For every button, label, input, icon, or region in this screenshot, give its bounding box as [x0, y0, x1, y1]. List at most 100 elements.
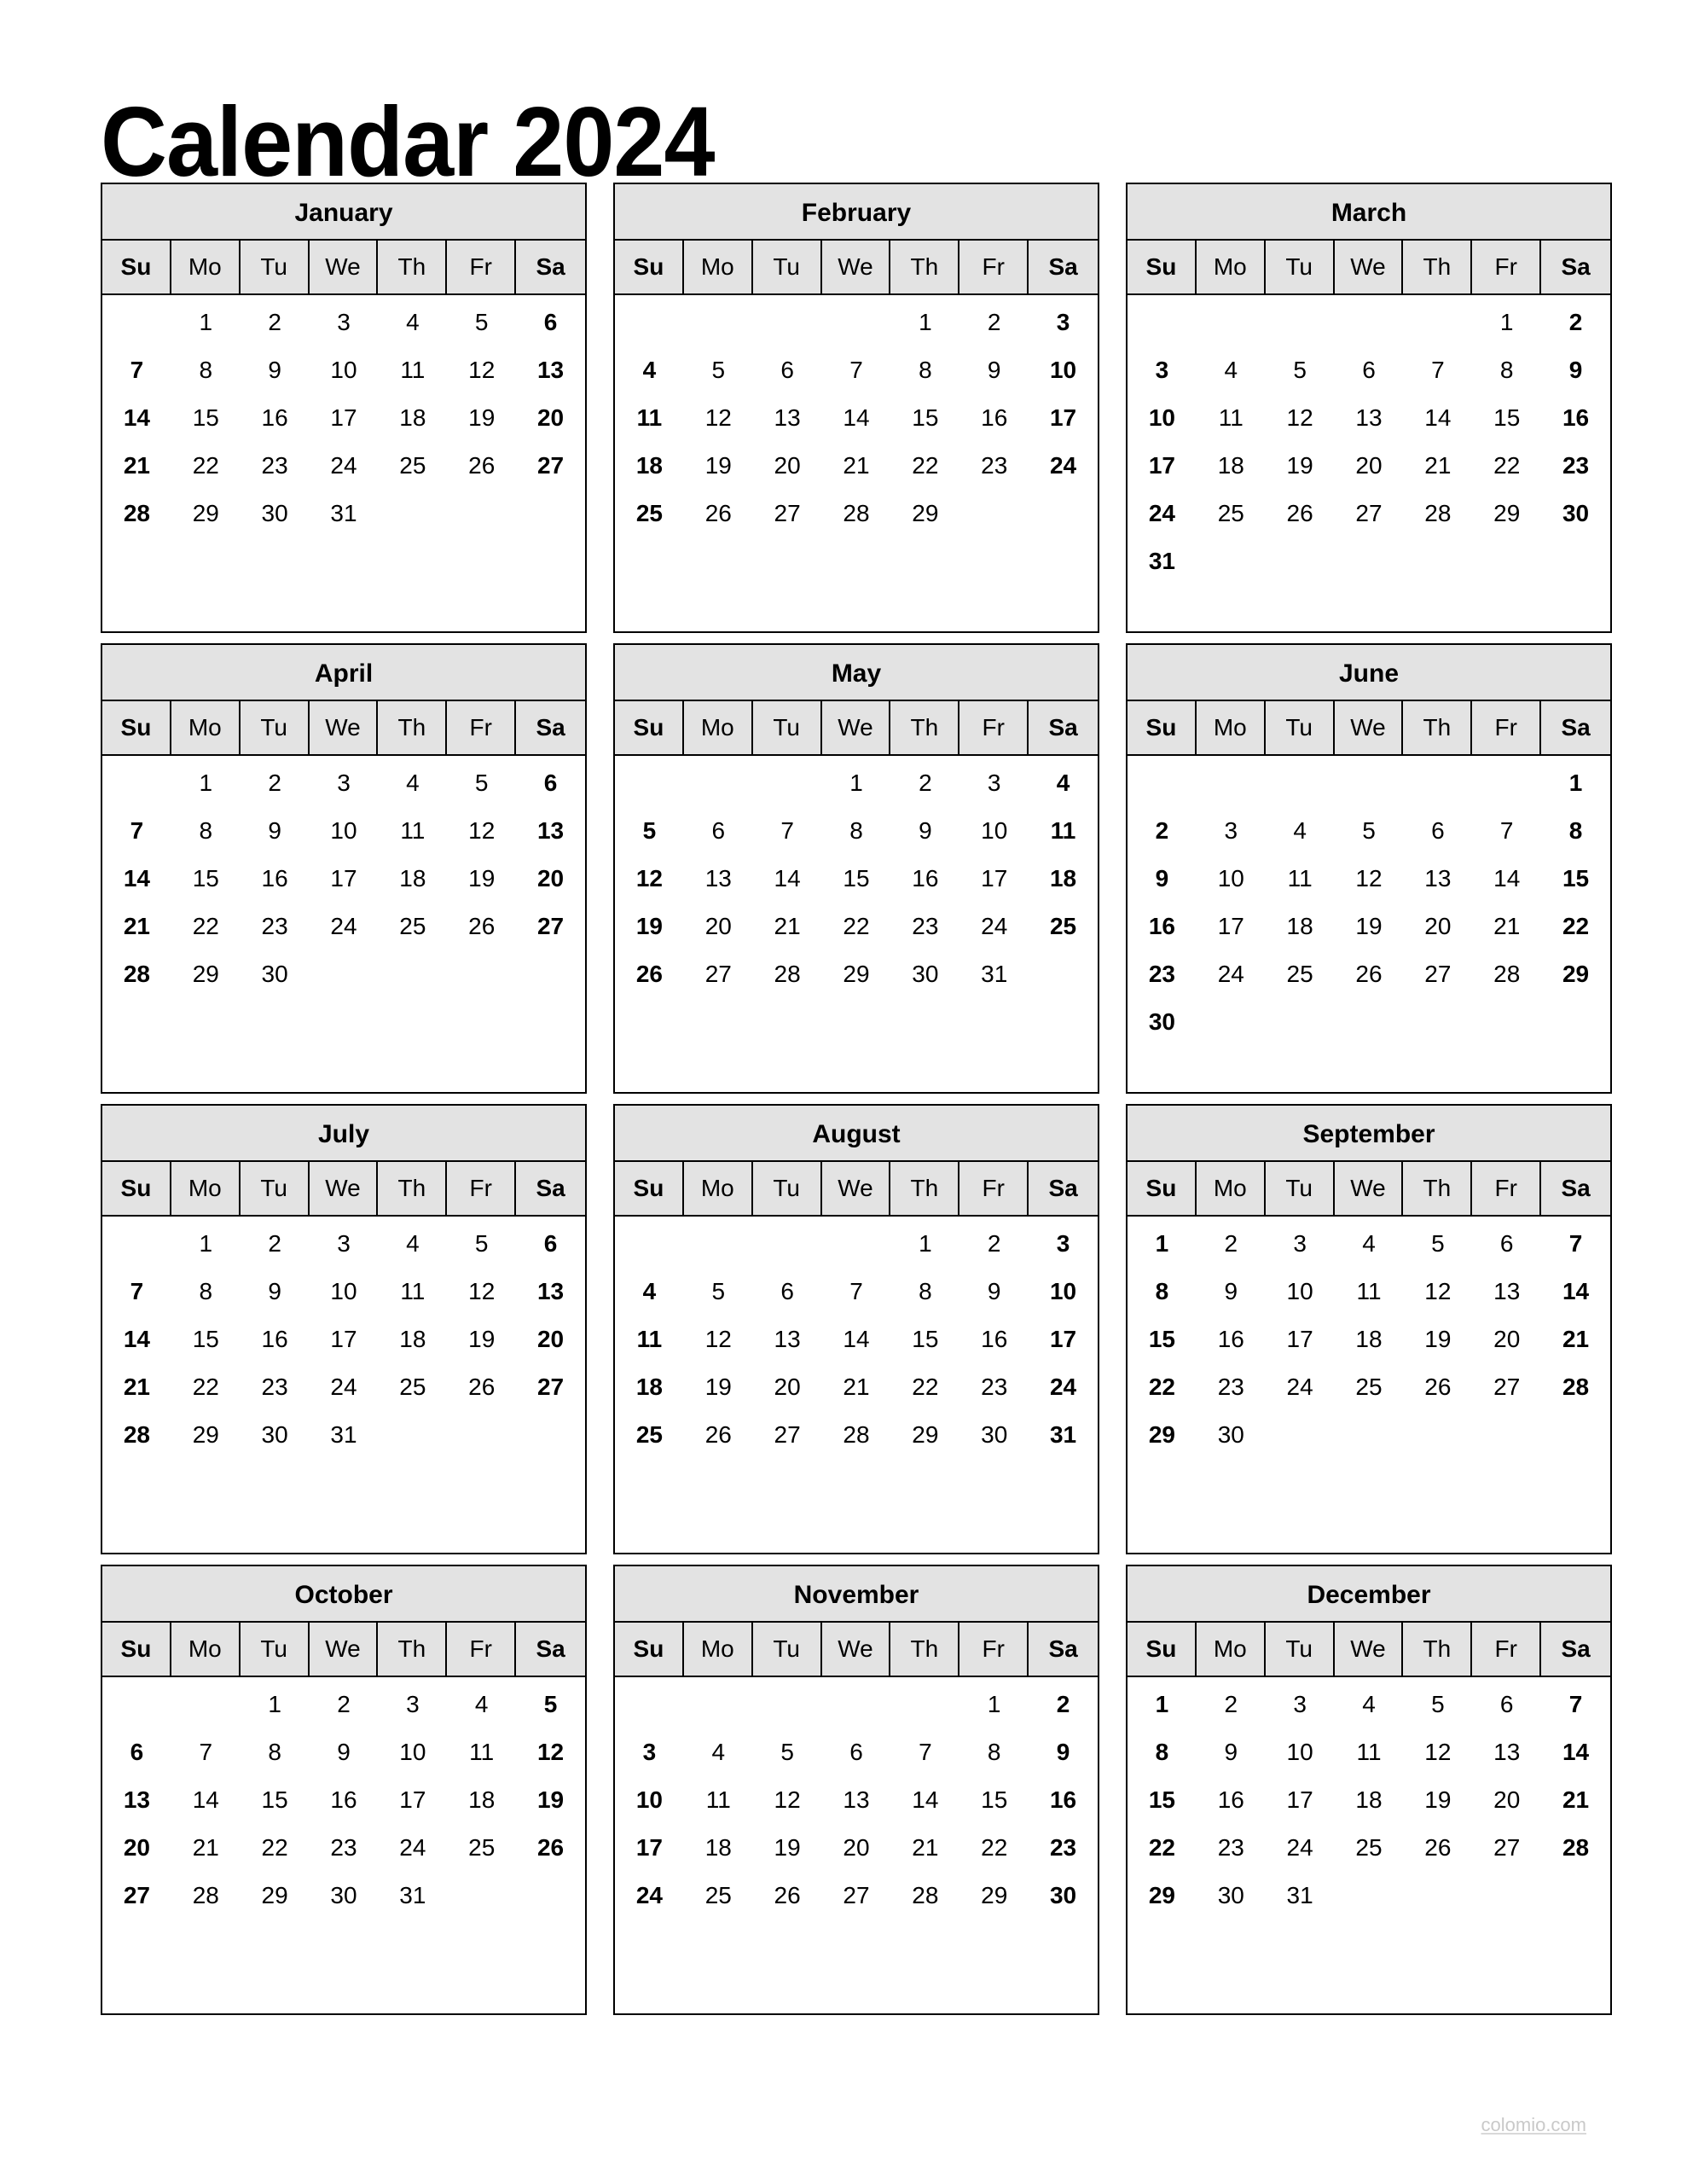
day-cell[interactable]: 27: [684, 950, 753, 998]
day-cell[interactable]: 24: [1266, 1363, 1335, 1411]
day-cell[interactable]: 7: [102, 807, 171, 855]
day-cell[interactable]: 1: [890, 299, 959, 346]
day-cell[interactable]: 23: [1128, 950, 1197, 998]
day-cell[interactable]: 31: [378, 1872, 447, 1920]
day-cell[interactable]: 4: [1266, 807, 1335, 855]
day-cell[interactable]: 17: [1029, 394, 1098, 442]
day-cell[interactable]: 1: [1128, 1681, 1197, 1728]
day-cell[interactable]: 27: [1335, 490, 1404, 537]
day-cell[interactable]: 9: [241, 346, 310, 394]
day-cell[interactable]: 14: [102, 1316, 171, 1363]
day-cell[interactable]: 11: [684, 1776, 753, 1824]
day-cell[interactable]: 12: [447, 346, 516, 394]
day-cell[interactable]: 9: [1197, 1728, 1266, 1776]
day-cell[interactable]: 19: [1403, 1316, 1472, 1363]
day-cell[interactable]: 22: [1128, 1363, 1197, 1411]
day-cell[interactable]: 13: [102, 1776, 171, 1824]
day-cell[interactable]: 30: [241, 1411, 310, 1459]
day-cell[interactable]: 13: [1472, 1728, 1541, 1776]
day-cell[interactable]: 6: [102, 1728, 171, 1776]
day-cell[interactable]: 26: [1266, 490, 1335, 537]
day-cell[interactable]: 31: [1029, 1411, 1098, 1459]
day-cell[interactable]: 20: [1403, 903, 1472, 950]
day-cell[interactable]: 23: [959, 1363, 1029, 1411]
day-cell[interactable]: 19: [1266, 442, 1335, 490]
day-cell[interactable]: 25: [378, 903, 447, 950]
day-cell[interactable]: 28: [822, 490, 891, 537]
day-cell[interactable]: 10: [1029, 1268, 1098, 1316]
day-cell[interactable]: 19: [516, 1776, 585, 1824]
day-cell[interactable]: 2: [959, 299, 1029, 346]
day-cell[interactable]: 4: [1335, 1681, 1404, 1728]
day-cell[interactable]: 14: [822, 394, 891, 442]
day-cell[interactable]: 31: [1128, 537, 1197, 585]
day-cell[interactable]: 9: [1128, 855, 1197, 903]
day-cell[interactable]: 4: [378, 1220, 447, 1268]
day-cell[interactable]: 13: [684, 855, 753, 903]
day-cell[interactable]: 22: [171, 1363, 241, 1411]
day-cell[interactable]: 10: [1197, 855, 1266, 903]
day-cell[interactable]: 18: [1266, 903, 1335, 950]
day-cell[interactable]: 2: [959, 1220, 1029, 1268]
day-cell[interactable]: 7: [822, 1268, 891, 1316]
day-cell[interactable]: 6: [1403, 807, 1472, 855]
day-cell[interactable]: 9: [959, 1268, 1029, 1316]
day-cell[interactable]: 28: [890, 1872, 959, 1920]
day-cell[interactable]: 8: [171, 807, 241, 855]
day-cell[interactable]: 25: [378, 442, 447, 490]
day-cell[interactable]: 30: [1197, 1411, 1266, 1459]
day-cell[interactable]: 29: [1128, 1411, 1197, 1459]
day-cell[interactable]: 28: [753, 950, 822, 998]
day-cell[interactable]: 21: [822, 442, 891, 490]
day-cell[interactable]: 17: [615, 1824, 684, 1872]
day-cell[interactable]: 10: [1128, 394, 1197, 442]
day-cell[interactable]: 1: [890, 1220, 959, 1268]
day-cell[interactable]: 26: [1403, 1363, 1472, 1411]
day-cell[interactable]: 17: [310, 855, 379, 903]
day-cell[interactable]: 19: [684, 1363, 753, 1411]
day-cell[interactable]: 5: [516, 1681, 585, 1728]
day-cell[interactable]: 15: [890, 394, 959, 442]
day-cell[interactable]: 11: [447, 1728, 516, 1776]
day-cell[interactable]: 13: [753, 394, 822, 442]
day-cell[interactable]: 25: [615, 490, 684, 537]
day-cell[interactable]: 19: [615, 903, 684, 950]
day-cell[interactable]: 22: [1541, 903, 1610, 950]
day-cell[interactable]: 27: [1472, 1363, 1541, 1411]
day-cell[interactable]: 17: [1029, 1316, 1098, 1363]
day-cell[interactable]: 29: [171, 1411, 241, 1459]
day-cell[interactable]: 19: [753, 1824, 822, 1872]
day-cell[interactable]: 19: [447, 394, 516, 442]
day-cell[interactable]: 20: [753, 442, 822, 490]
day-cell[interactable]: 9: [1197, 1268, 1266, 1316]
day-cell[interactable]: 30: [1541, 490, 1610, 537]
day-cell[interactable]: 5: [615, 807, 684, 855]
day-cell[interactable]: 3: [1029, 1220, 1098, 1268]
day-cell[interactable]: 4: [615, 346, 684, 394]
day-cell[interactable]: 8: [1128, 1268, 1197, 1316]
day-cell[interactable]: 11: [1266, 855, 1335, 903]
day-cell[interactable]: 27: [516, 1363, 585, 1411]
day-cell[interactable]: 15: [171, 394, 241, 442]
day-cell[interactable]: 19: [447, 1316, 516, 1363]
day-cell[interactable]: 3: [1197, 807, 1266, 855]
day-cell[interactable]: 20: [753, 1363, 822, 1411]
day-cell[interactable]: 15: [241, 1776, 310, 1824]
day-cell[interactable]: 16: [241, 394, 310, 442]
day-cell[interactable]: 5: [684, 346, 753, 394]
day-cell[interactable]: 3: [310, 759, 379, 807]
day-cell[interactable]: 1: [959, 1681, 1029, 1728]
day-cell[interactable]: 15: [171, 855, 241, 903]
day-cell[interactable]: 20: [516, 855, 585, 903]
day-cell[interactable]: 25: [615, 1411, 684, 1459]
day-cell[interactable]: 2: [241, 299, 310, 346]
day-cell[interactable]: 20: [1472, 1776, 1541, 1824]
day-cell[interactable]: 28: [102, 1411, 171, 1459]
day-cell[interactable]: 29: [1541, 950, 1610, 998]
day-cell[interactable]: 22: [822, 903, 891, 950]
day-cell[interactable]: 21: [1541, 1316, 1610, 1363]
day-cell[interactable]: 30: [1029, 1872, 1098, 1920]
day-cell[interactable]: 21: [890, 1824, 959, 1872]
day-cell[interactable]: 31: [310, 1411, 379, 1459]
day-cell[interactable]: 11: [378, 807, 447, 855]
